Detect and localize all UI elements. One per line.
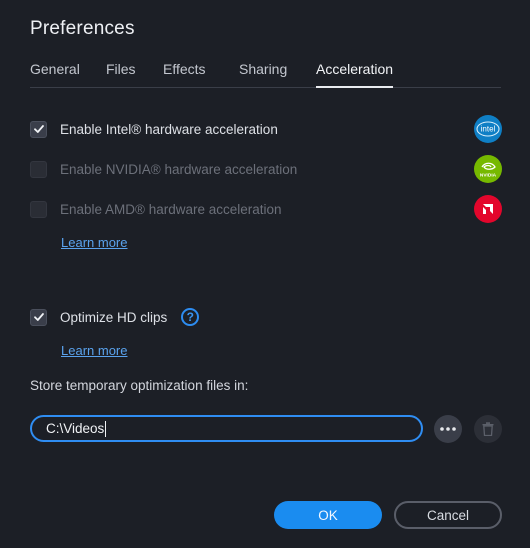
browse-button[interactable] [434, 415, 462, 443]
optimize-hd-checkbox[interactable] [30, 308, 47, 326]
tab-acceleration[interactable]: Acceleration [316, 61, 394, 88]
nvidia-acceleration-label: Enable NVIDIA® hardware acceleration [60, 161, 298, 177]
amd-acceleration-checkbox[interactable] [30, 200, 47, 218]
storage-path-value: C:\Videos [46, 421, 105, 436]
storage-path-input[interactable]: C:\Videos [30, 415, 423, 442]
dialog-title: Preferences [30, 18, 135, 39]
intel-logo-icon: intel [474, 115, 502, 143]
acceleration-learn-more-link[interactable]: Learn more [61, 235, 127, 250]
ok-button[interactable]: OK [274, 501, 382, 529]
checkmark-icon [33, 125, 44, 133]
question-circle-icon[interactable]: ? [181, 308, 200, 326]
nvidia-logo-icon: NVIDIA [474, 155, 502, 183]
optimize-hd-label: Optimize HD clips [60, 309, 168, 325]
tab-files[interactable]: Files [106, 61, 136, 77]
more-dots-icon [440, 427, 456, 431]
tab-bar: General Files Effects Sharing Accelerati… [30, 60, 501, 88]
amd-acceleration-option[interactable]: Enable AMD® hardware acceleration [30, 199, 282, 219]
tab-effects[interactable]: Effects [163, 61, 206, 77]
nvidia-logo-text: NVIDIA [480, 173, 497, 179]
checkmark-icon [33, 313, 44, 321]
intel-acceleration-option[interactable]: Enable Intel® hardware acceleration [30, 119, 278, 139]
nvidia-acceleration-checkbox[interactable] [30, 160, 47, 178]
optimize-hd-option[interactable]: Optimize HD clips ? [30, 307, 200, 327]
intel-acceleration-label: Enable Intel® hardware acceleration [60, 121, 278, 137]
intel-logo-text: intel [481, 125, 496, 134]
nvidia-acceleration-option[interactable]: Enable NVIDIA® hardware acceleration [30, 159, 297, 179]
amd-logo-icon [474, 195, 502, 223]
cancel-button[interactable]: Cancel [394, 501, 502, 529]
tab-general[interactable]: General [30, 61, 80, 77]
intel-acceleration-checkbox[interactable] [30, 120, 47, 138]
delete-path-button[interactable] [474, 415, 502, 443]
amd-acceleration-label: Enable AMD® hardware acceleration [60, 201, 282, 217]
storage-label: Store temporary optimization files in: [30, 378, 249, 393]
trash-icon [482, 422, 494, 436]
text-caret [105, 420, 107, 437]
tab-sharing[interactable]: Sharing [239, 61, 287, 77]
optimize-learn-more-link[interactable]: Learn more [61, 343, 127, 358]
